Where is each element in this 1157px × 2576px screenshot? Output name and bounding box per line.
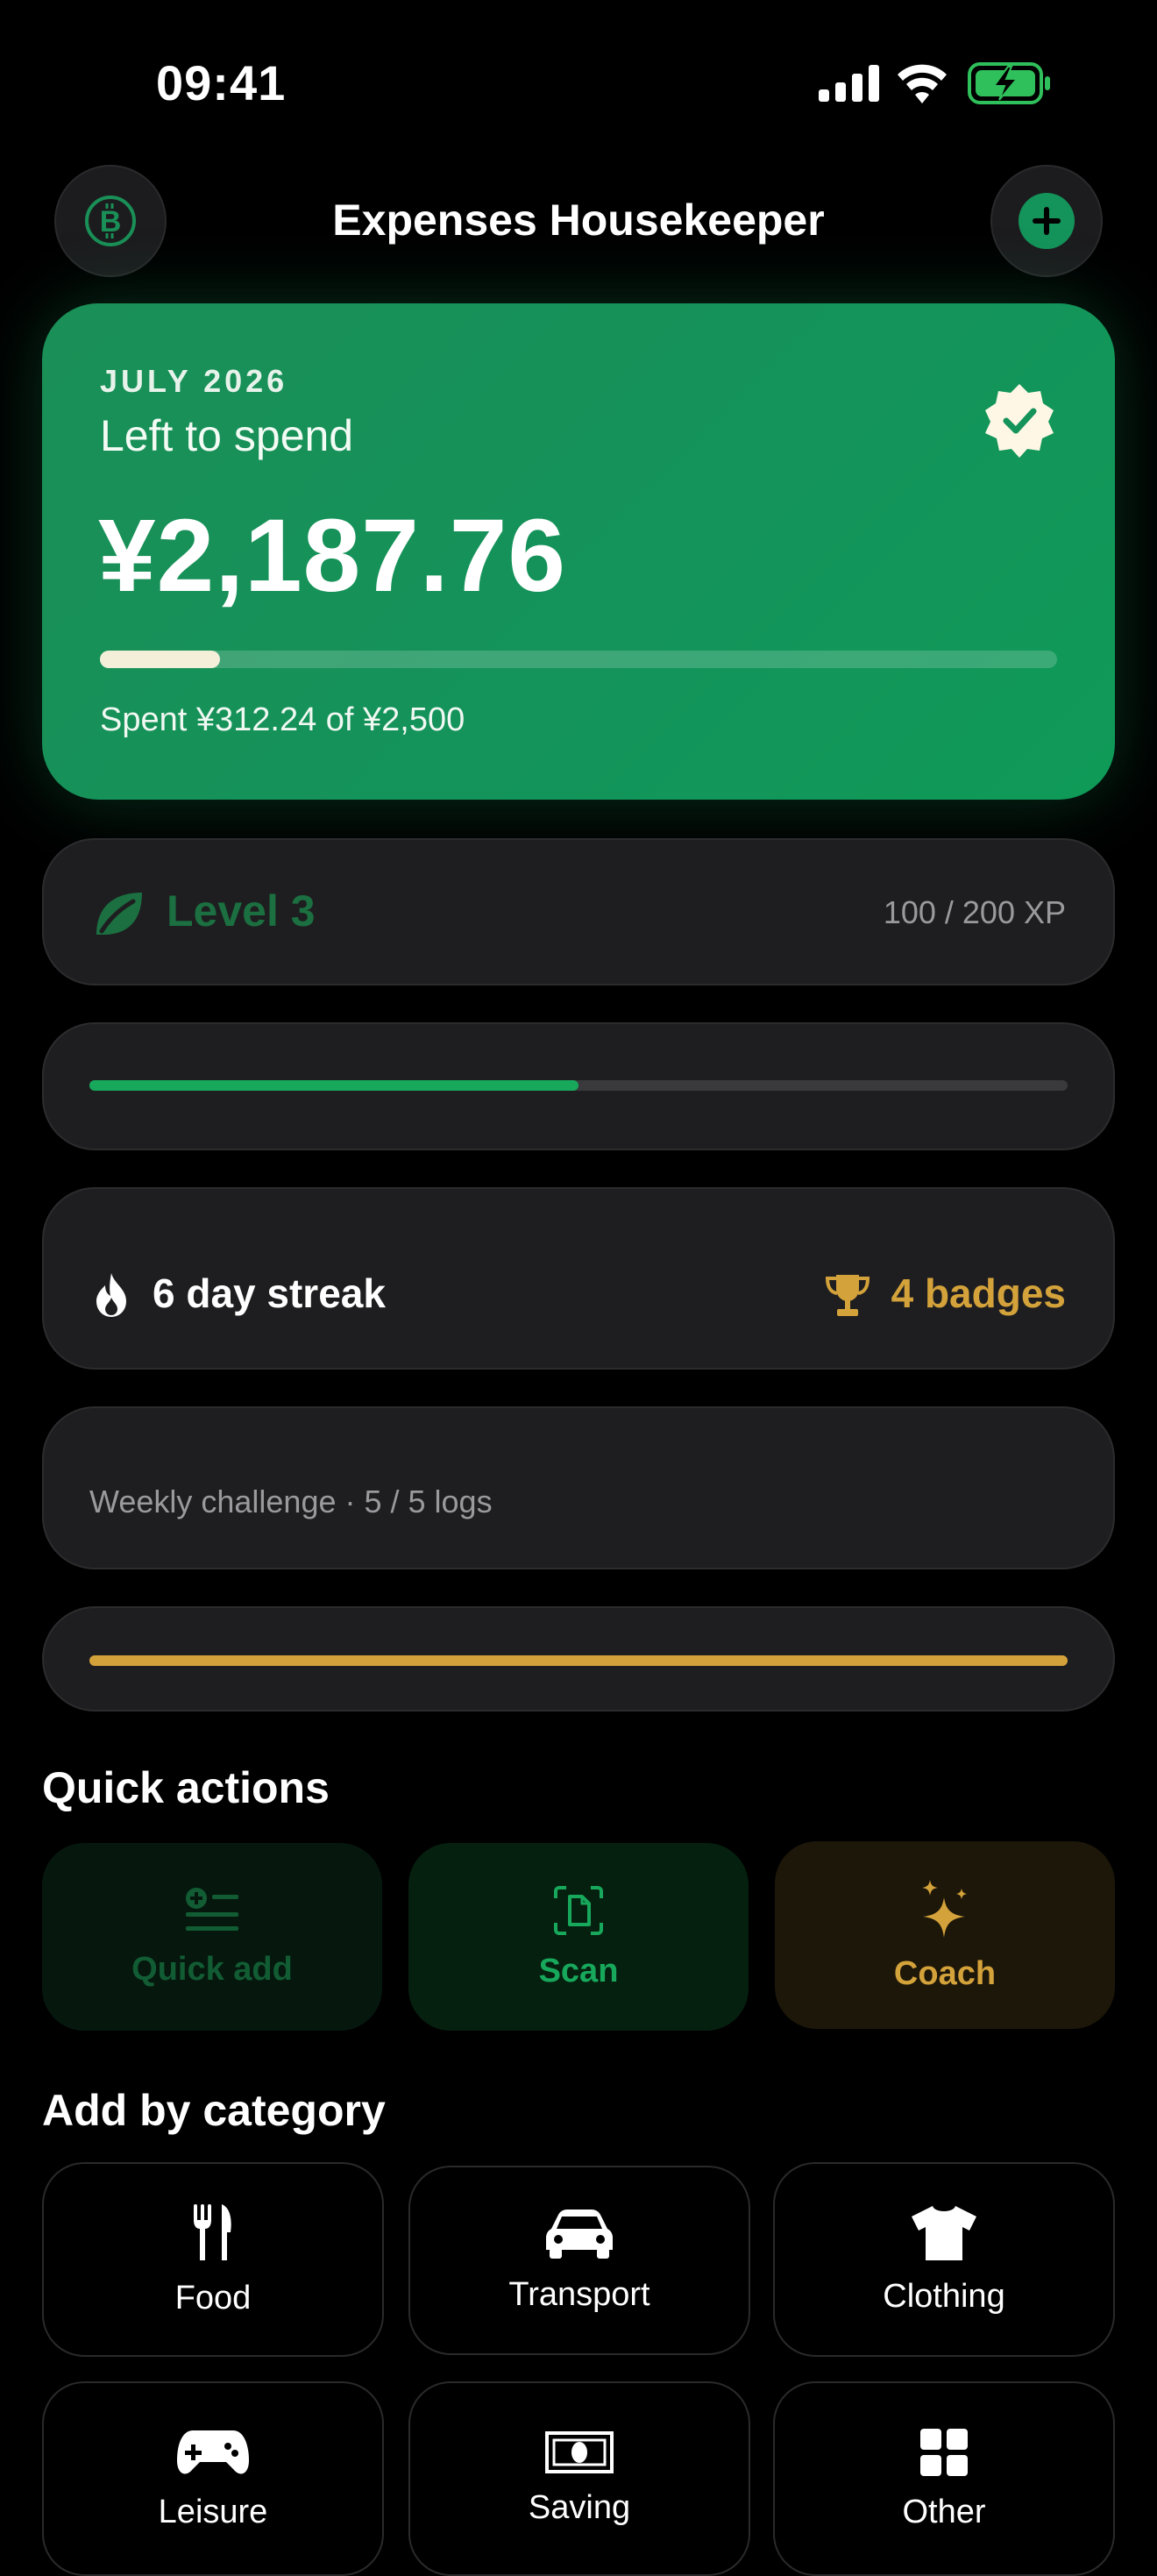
left-to-spend-label: Left to spend	[100, 411, 354, 460]
scan-icon	[554, 1885, 603, 1935]
tshirt-icon	[912, 2205, 976, 2260]
app-title: Expenses Housekeeper	[332, 196, 825, 245]
add-button[interactable]	[990, 165, 1103, 277]
banknote-icon	[545, 2430, 614, 2473]
category-saving[interactable]: Saving	[408, 2381, 750, 2576]
streak-label: 6 day streak	[153, 1270, 386, 1316]
gamepad-icon	[177, 2430, 249, 2473]
challenge-bar-fill	[89, 1655, 1068, 1666]
level-label: Level 3	[167, 886, 316, 936]
xp-bar-track	[89, 1080, 1068, 1091]
battery-icon	[968, 62, 1050, 104]
category-transport[interactable]: Transport	[408, 2166, 750, 2355]
category-saving-label: Saving	[528, 2488, 631, 2526]
category-leisure-label: Leisure	[158, 2493, 268, 2530]
budget-progress-track	[100, 651, 1057, 668]
car-icon	[546, 2209, 613, 2259]
weekly-challenge-card[interactable]: Weekly challenge · 5 / 5 logs	[42, 1406, 1115, 1569]
quick-add-label: Quick add	[131, 1950, 293, 1988]
xp-bar-card	[42, 1022, 1115, 1150]
category-clothing[interactable]: Clothing	[773, 2162, 1115, 2357]
status-time: 09:41	[156, 55, 287, 110]
streak-card[interactable]: 6 day streak 4 badges	[42, 1187, 1115, 1370]
category-leisure[interactable]: Leisure	[42, 2381, 384, 2576]
fork-knife-icon	[194, 2203, 231, 2260]
level-card[interactable]: Level 3 100 / 200 XP	[42, 838, 1115, 986]
trophy-icon	[825, 1275, 870, 1316]
category-other-label: Other	[902, 2493, 986, 2530]
left-to-spend-amount: ¥2,187.76	[98, 498, 566, 614]
challenge-bar-track	[89, 1655, 1068, 1666]
quick-add-icon	[186, 1887, 238, 1931]
weekly-challenge-label: Weekly challenge · 5 / 5 logs	[89, 1484, 493, 1519]
grid-icon	[920, 2428, 968, 2476]
wifi-icon	[898, 64, 947, 103]
quick-add-button[interactable]: Quick add	[42, 1843, 382, 2031]
scan-button[interactable]: Scan	[408, 1843, 749, 2031]
quick-actions-title: Quick actions	[42, 1763, 330, 1812]
coach-button[interactable]: Coach	[775, 1841, 1115, 2029]
spent-summary: Spent ¥312.24 of ¥2,500	[100, 701, 465, 738]
xp-progress-text: 100 / 200 XP	[883, 894, 1066, 930]
budget-card[interactable]: JULY 2026 Left to spend ¥2,187.76 Spent …	[42, 303, 1115, 800]
budget-month: JULY 2026	[100, 363, 288, 399]
category-food-label: Food	[174, 2279, 252, 2316]
plus-icon	[1019, 193, 1075, 249]
flame-icon	[96, 1273, 126, 1317]
sparkles-icon	[922, 1879, 967, 1938]
budget-progress-fill	[100, 651, 220, 668]
xp-bar-fill	[89, 1080, 578, 1091]
scan-label: Scan	[538, 1952, 619, 1989]
status-bar: 09:41	[0, 0, 1157, 167]
badges-count: 4 badges	[891, 1270, 1066, 1316]
signal-icon	[819, 65, 879, 102]
category-other[interactable]: Other	[773, 2381, 1115, 2576]
coach-label: Coach	[893, 1954, 997, 1992]
challenge-bar-card	[42, 1606, 1115, 1711]
verified-badge-icon	[985, 384, 1054, 458]
category-transport-label: Transport	[508, 2275, 650, 2313]
leaf-icon	[96, 893, 142, 935]
category-clothing-label: Clothing	[883, 2277, 1005, 2315]
category-food[interactable]: Food	[42, 2162, 384, 2357]
categories-title: Add by category	[42, 2086, 386, 2135]
